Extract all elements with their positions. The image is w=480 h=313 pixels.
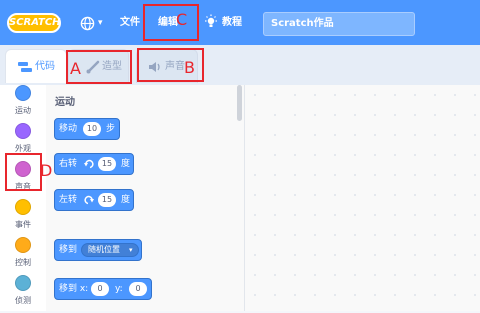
y-input[interactable]: 0 bbox=[129, 282, 147, 296]
palette-section-title: 运动 bbox=[55, 97, 75, 108]
tab-code-label: 代码 bbox=[35, 61, 55, 72]
category-control-dot bbox=[15, 237, 31, 253]
category-motion-label: 运动 bbox=[15, 106, 31, 115]
category-control-label: 控制 bbox=[15, 258, 31, 267]
degrees-input[interactable]: 15 bbox=[98, 157, 116, 171]
palette-scrollbar[interactable] bbox=[237, 85, 242, 121]
dropdown-value: 随机位置 bbox=[88, 245, 120, 254]
rotate-left-icon bbox=[84, 195, 94, 205]
block-label: 移到 x: bbox=[59, 284, 89, 294]
language-menu[interactable]: ▾ bbox=[78, 12, 106, 34]
category-looks-dot bbox=[15, 123, 31, 139]
category-sensing-dot bbox=[15, 275, 31, 291]
project-title-input[interactable]: Scratch作品 bbox=[263, 12, 415, 36]
goto-block[interactable]: 移到 随机位置 ▾ bbox=[54, 239, 142, 261]
category-sensing-label: 侦测 bbox=[15, 296, 31, 305]
chevron-down-icon: ▾ bbox=[129, 246, 133, 254]
block-label: 度 bbox=[121, 195, 131, 205]
category-sensing[interactable]: 侦测 bbox=[0, 275, 46, 313]
block-label: 左转 bbox=[59, 195, 78, 205]
block-label: 移到 bbox=[59, 245, 78, 255]
steps-input[interactable]: 10 bbox=[83, 122, 101, 136]
lightbulb-icon[interactable] bbox=[204, 12, 218, 32]
category-motion-dot bbox=[15, 85, 31, 101]
marker-letter-b: B bbox=[184, 58, 195, 77]
category-events-dot bbox=[15, 199, 31, 215]
tab-code[interactable]: 代码 bbox=[5, 49, 67, 83]
file-menu[interactable]: 文件 bbox=[120, 14, 140, 32]
turn-left-block[interactable]: 左转 15 度 bbox=[54, 189, 134, 211]
block-label: 右转 bbox=[59, 159, 78, 169]
block-label: y: bbox=[115, 284, 123, 294]
globe-icon bbox=[80, 16, 95, 31]
marker-letter-a: A bbox=[70, 59, 81, 78]
category-events[interactable]: 事件 bbox=[0, 199, 46, 237]
category-motion[interactable]: 运动 bbox=[0, 85, 46, 123]
script-workspace[interactable] bbox=[245, 85, 480, 311]
block-label: 步 bbox=[106, 124, 116, 134]
scratch-logo[interactable]: SCRATCH bbox=[7, 13, 61, 33]
code-icon bbox=[18, 62, 32, 72]
turn-right-block[interactable]: 右转 15 度 bbox=[54, 153, 134, 175]
marker-letter-c: C bbox=[176, 10, 188, 29]
tutorials-menu[interactable]: 教程 bbox=[222, 14, 242, 32]
move-steps-block[interactable]: 移动 10 步 bbox=[54, 118, 120, 140]
block-palette: 运动 移动 10 步 右转 15 度 左转 15 度 移到 随机位置 ▾ 移到 … bbox=[46, 85, 245, 311]
degrees-input[interactable]: 15 bbox=[98, 193, 116, 207]
marker-box-d bbox=[5, 153, 42, 191]
goto-xy-block[interactable]: 移到 x: 0 y: 0 bbox=[54, 278, 152, 300]
category-events-label: 事件 bbox=[15, 220, 31, 229]
block-categories: 运动 外观 声音 事件 控制 侦测 bbox=[0, 85, 47, 311]
block-label: 移动 bbox=[59, 124, 78, 134]
rotate-right-icon bbox=[84, 159, 94, 169]
x-input[interactable]: 0 bbox=[91, 282, 109, 296]
goto-target-dropdown[interactable]: 随机位置 ▾ bbox=[81, 243, 139, 257]
chevron-down-icon: ▾ bbox=[98, 18, 103, 28]
block-label: 度 bbox=[121, 159, 131, 169]
category-control[interactable]: 控制 bbox=[0, 237, 46, 275]
marker-box-c bbox=[143, 4, 199, 41]
marker-letter-d: D bbox=[40, 161, 53, 180]
